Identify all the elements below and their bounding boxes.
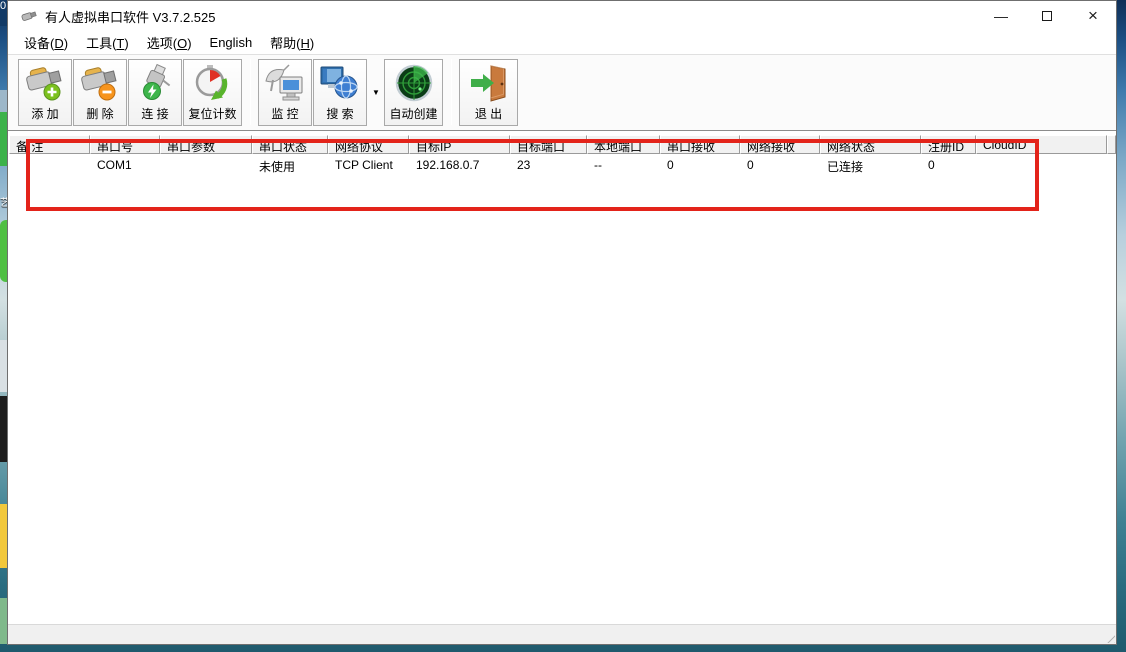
cell-port-status: 未使用 xyxy=(252,157,328,175)
menu-tools[interactable]: 工具(T) xyxy=(77,31,138,54)
chevron-down-icon: ▼ xyxy=(372,88,380,97)
cell-target-ip: 192.168.0.7 xyxy=(409,157,510,175)
window-title: 有人虚拟串口软件 V3.7.2.525 xyxy=(45,7,216,26)
menu-label: 选项( xyxy=(147,36,177,51)
connect-button[interactable]: 连 接 xyxy=(128,59,182,126)
column-header-target-ip[interactable]: 目标IP xyxy=(409,135,510,154)
menu-options[interactable]: 选项(O) xyxy=(138,31,201,54)
column-header-net-protocol[interactable]: 网络协议 xyxy=(328,135,409,154)
cell-net-protocol: TCP Client xyxy=(328,157,409,175)
exit-door-icon xyxy=(467,62,511,105)
app-icon xyxy=(20,9,38,23)
column-header-cloud-id[interactable]: CloudID xyxy=(976,135,1107,154)
column-header-com-rx[interactable]: 串口接收 xyxy=(660,135,740,154)
search-dropdown-button[interactable]: ▼ xyxy=(368,59,384,126)
desktop-icon-fragment xyxy=(0,340,7,392)
auto-create-button[interactable]: 自动创建 xyxy=(384,59,443,126)
column-header-com-port[interactable]: 串口号 xyxy=(90,135,160,154)
column-header-port-status[interactable]: 串口状态 xyxy=(252,135,328,154)
serial-port-add-icon xyxy=(23,62,67,105)
minimize-button[interactable]: — xyxy=(978,1,1024,31)
menu-label: ) xyxy=(64,36,68,51)
menu-mnemonic: D xyxy=(54,36,63,51)
cell-reg-id: 0 xyxy=(921,157,976,175)
stopwatch-reset-icon xyxy=(191,62,235,105)
column-header-net-status[interactable]: 网络状态 xyxy=(820,135,921,154)
menu-label: ) xyxy=(187,36,191,51)
desktop-icon-fragment xyxy=(0,220,7,282)
column-header-target-port[interactable]: 目标端口 xyxy=(510,135,587,154)
close-button[interactable]: × xyxy=(1070,1,1116,31)
column-header-reg-id[interactable]: 注册ID xyxy=(921,135,976,154)
desktop-icon-fragment xyxy=(0,90,7,112)
resize-grip-icon[interactable] xyxy=(1102,630,1115,643)
desktop-edge-left: 0 艺 xyxy=(0,0,7,652)
table-header: 备 注 串口号 串口参数 串口状态 网络协议 目标IP 目标端口 本地端口 串口… xyxy=(8,135,1116,154)
monitor-button[interactable]: 监 控 xyxy=(258,59,312,126)
cell-com-port: COM1 xyxy=(90,157,160,175)
column-header-net-rx[interactable]: 网络接收 xyxy=(740,135,820,154)
desktop-edge-top-label: 0 xyxy=(0,0,7,26)
menu-label: English xyxy=(210,35,253,50)
menu-english[interactable]: English xyxy=(201,33,262,52)
menu-label: 设备( xyxy=(24,36,54,51)
table-row[interactable]: COM1 未使用 TCP Client 192.168.0.7 23 -- 0 … xyxy=(8,157,1116,175)
menu-label: 帮助( xyxy=(270,36,300,51)
menu-bar: 设备(D) 工具(T) 选项(O) English 帮助(H) xyxy=(8,31,1116,54)
delete-button[interactable]: 删 除 xyxy=(73,59,127,126)
toolbar-separator xyxy=(250,59,251,125)
cell-port-params xyxy=(160,157,252,175)
desktop-icon-fragment xyxy=(0,112,7,166)
desktop-icon-fragment xyxy=(0,396,7,462)
menu-device[interactable]: 设备(D) xyxy=(15,31,77,54)
toolbar-separator xyxy=(451,59,452,125)
cell-com-rx: 0 xyxy=(660,157,740,175)
cell-cloud-id xyxy=(976,157,1107,175)
search-button[interactable]: 搜 索 xyxy=(313,59,367,126)
device-list: COM1 未使用 TCP Client 192.168.0.7 23 -- 0 … xyxy=(8,154,1116,624)
reset-count-button[interactable]: 复位计数 xyxy=(183,59,242,126)
network-search-icon xyxy=(318,62,362,105)
app-window: 有人虚拟串口软件 V3.7.2.525 — × 设备(D) 工具(T) 选项(O… xyxy=(7,0,1117,645)
serial-port-remove-icon xyxy=(78,62,122,105)
cell-net-status: 已连接 xyxy=(820,157,921,175)
column-header-port-params[interactable]: 串口参数 xyxy=(160,135,252,154)
cell-net-rx: 0 xyxy=(740,157,820,175)
window-controls: — × xyxy=(978,1,1116,31)
toolbar: 添 加 删 除 xyxy=(8,54,1116,131)
title-bar[interactable]: 有人虚拟串口软件 V3.7.2.525 — × xyxy=(8,1,1116,31)
cell-local-port: -- xyxy=(587,157,660,175)
maximize-icon xyxy=(1042,11,1052,21)
add-button[interactable]: 添 加 xyxy=(18,59,72,126)
desktop-icon-fragment xyxy=(0,504,7,568)
radar-icon xyxy=(392,62,436,105)
status-bar xyxy=(8,624,1116,644)
satellite-monitor-icon xyxy=(263,62,307,105)
column-header-filler xyxy=(1107,135,1116,154)
menu-mnemonic: H xyxy=(301,36,310,51)
maximize-button[interactable] xyxy=(1024,1,1070,31)
menu-label: ) xyxy=(310,36,314,51)
desktop-icon-fragment xyxy=(0,598,7,644)
menu-help[interactable]: 帮助(H) xyxy=(261,31,323,54)
exit-button[interactable]: 退 出 xyxy=(459,59,518,126)
column-header-local-port[interactable]: 本地端口 xyxy=(587,135,660,154)
menu-label: ) xyxy=(124,36,128,51)
menu-mnemonic: O xyxy=(177,36,187,51)
cell-target-port: 23 xyxy=(510,157,587,175)
connector-lightning-icon xyxy=(133,62,177,105)
menu-label: 工具( xyxy=(86,36,116,51)
cell-remark xyxy=(9,157,90,175)
column-header-remark[interactable]: 备 注 xyxy=(9,135,90,154)
